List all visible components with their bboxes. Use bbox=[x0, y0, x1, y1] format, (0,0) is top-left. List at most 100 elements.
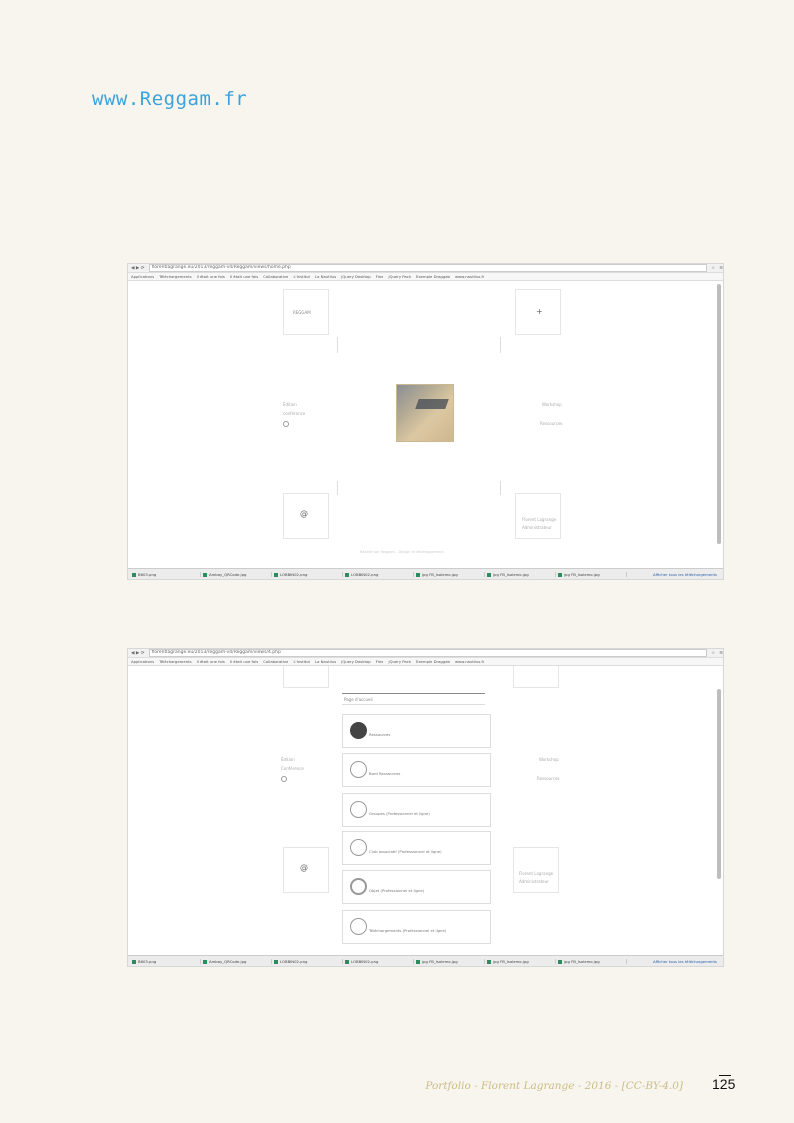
site-url[interactable]: www.Reggam.fr bbox=[92, 88, 247, 110]
add-box-partial[interactable] bbox=[513, 666, 559, 688]
panel-label: Objet (Professionnel et ligne) bbox=[369, 888, 425, 893]
logo-box-partial[interactable] bbox=[283, 666, 329, 688]
bookmark[interactable]: Téléchargements bbox=[159, 659, 191, 664]
download-item[interactable]: Ambay_QRCode.jpg bbox=[201, 571, 272, 577]
menu-panel[interactable]: Bord Ressources bbox=[342, 753, 491, 787]
page-title: Page d'accueil bbox=[344, 697, 373, 702]
bookmark[interactable]: La Nautilus bbox=[315, 274, 336, 279]
bookmark[interactable]: jQuery Pack bbox=[388, 274, 411, 279]
panel-label: Club associatif (Professionnel et ligne) bbox=[369, 849, 442, 854]
at-box[interactable]: @ bbox=[283, 847, 329, 893]
bookmark[interactable]: jQuery Pack bbox=[388, 659, 411, 664]
bookmark[interactable]: L'Institut bbox=[293, 659, 310, 664]
plus-icon: + bbox=[536, 307, 543, 316]
bookmark[interactable]: Applications bbox=[131, 659, 154, 664]
label-ressources[interactable]: Ressources bbox=[537, 776, 560, 781]
show-all-downloads-link[interactable]: Afficher tous les téléchargements bbox=[653, 959, 723, 964]
label-conference[interactable]: conférence bbox=[283, 411, 305, 416]
at-box[interactable]: @ bbox=[283, 493, 329, 539]
label-edition[interactable]: Édition bbox=[283, 402, 297, 407]
address-bar[interactable]: ◀ ▶ ⟳ florentlagrange.eu/2013/reggam-v4/… bbox=[128, 649, 723, 658]
bookmark[interactable]: Flex bbox=[376, 274, 384, 279]
bookmark[interactable]: www.nautilus.fr bbox=[455, 659, 484, 664]
bookmarks-bar: Applications Téléchargements Il était un… bbox=[128, 658, 723, 666]
show-all-downloads-link[interactable]: Afficher tous les téléchargements bbox=[653, 572, 723, 577]
contact-box[interactable]: Florent Lagrange Administrateur bbox=[515, 493, 561, 539]
star-icon[interactable]: ☆ bbox=[711, 651, 715, 656]
add-box[interactable]: + bbox=[515, 289, 561, 335]
nav-arrows-icon[interactable]: ◀ ▶ ⟳ bbox=[131, 651, 145, 656]
menu-icon[interactable]: ≡ bbox=[719, 651, 723, 656]
monitor-icon bbox=[350, 722, 367, 739]
bookmark[interactable]: Il était une fois bbox=[197, 274, 225, 279]
panel-label: Groupes (Professionnel et ligne) bbox=[369, 811, 430, 816]
download-item[interactable]: jpg FB_Isolemo.jpg bbox=[485, 571, 556, 577]
label-workshop[interactable]: Workshop bbox=[539, 757, 559, 762]
address-bar[interactable]: ◀ ▶ ⟳ florentlagrange.eu/2013/reggam-v4/… bbox=[128, 264, 723, 273]
group-icon bbox=[350, 801, 367, 818]
download-item[interactable]: jpg FB_Isolemo.jpg bbox=[414, 571, 485, 577]
contact-role: Administrateur bbox=[522, 525, 552, 530]
bookmark[interactable]: La Nautilus bbox=[315, 659, 336, 664]
menu-icon[interactable]: ≡ bbox=[719, 266, 723, 271]
download-item[interactable]: LOBBIN02.png bbox=[272, 571, 343, 577]
menu-panel[interactable]: Groupes (Professionnel et ligne) bbox=[342, 793, 491, 827]
download-item[interactable]: LOBBIN02.png bbox=[343, 958, 414, 964]
bookmark[interactable]: jQuery Desktop bbox=[341, 274, 370, 279]
label-workshop[interactable]: Workshop bbox=[542, 402, 562, 407]
book-icon bbox=[350, 761, 367, 778]
download-item[interactable]: LOBBIN02.png bbox=[272, 958, 343, 964]
panel-label: Ressources bbox=[369, 732, 391, 737]
menu-panel[interactable]: Ressources bbox=[342, 714, 491, 748]
bookmark[interactable]: L'Institut bbox=[293, 274, 310, 279]
logo-box[interactable]: REGGAM bbox=[283, 289, 329, 335]
center-photo bbox=[396, 384, 454, 442]
download-item[interactable]: B603.png bbox=[130, 571, 201, 577]
bookmark[interactable]: Collaborative bbox=[263, 659, 288, 664]
download-item[interactable]: jpg FB_Isolemo.jpg bbox=[485, 958, 556, 964]
bookmark[interactable]: Flex bbox=[376, 659, 384, 664]
label-ressources[interactable]: Ressources bbox=[540, 421, 563, 426]
menu-panel[interactable]: Objet (Professionnel et ligne) bbox=[342, 870, 491, 904]
contact-box[interactable]: Florent Lagrange Administrateur bbox=[513, 847, 559, 893]
contact-role: Administrateur bbox=[519, 879, 549, 884]
download-bar: B603.png Ambay_QRCode.jpg LOBBIN02.png L… bbox=[128, 568, 723, 579]
url-field[interactable]: florentlagrange.eu/2013/reggam-v4/Reggam… bbox=[148, 264, 708, 272]
star-icon[interactable]: ☆ bbox=[711, 266, 715, 271]
label-edition[interactable]: Édition bbox=[281, 757, 295, 762]
contact-name: Florent Lagrange bbox=[522, 517, 557, 522]
logo-text: REGGAM bbox=[293, 310, 311, 315]
download-item[interactable]: B603.png bbox=[130, 958, 201, 964]
browser-screenshot-menu: ◀ ▶ ⟳ florentlagrange.eu/2013/reggam-v4/… bbox=[127, 648, 724, 967]
download-bar: B603.png Ambay_QRCode.jpg LOBBIN02.png L… bbox=[128, 955, 723, 966]
bookmark[interactable]: Téléchargements bbox=[159, 274, 191, 279]
bookmark[interactable]: Exemple Draggable bbox=[416, 659, 450, 664]
menu-panel[interactable]: Club associatif (Professionnel et ligne) bbox=[342, 831, 491, 865]
label-conference[interactable]: Conférence bbox=[281, 766, 304, 771]
nav-arrows-icon[interactable]: ◀ ▶ ⟳ bbox=[131, 266, 145, 271]
bookmark[interactable]: www.nautilus.fr bbox=[455, 274, 484, 279]
footer-credit: Portfolio - Florent Lagrange - 2016 - [C… bbox=[425, 1080, 683, 1092]
download-item[interactable]: jpg FB_Isolemo.jpg bbox=[556, 571, 627, 577]
bookmark[interactable]: Exemple Draggable bbox=[416, 274, 450, 279]
download-item[interactable]: LOBBIN02.png bbox=[343, 571, 414, 577]
circle-icon[interactable] bbox=[281, 776, 287, 782]
download-item[interactable]: jpg FB_Isolemo.jpg bbox=[414, 958, 485, 964]
circle-icon[interactable] bbox=[283, 421, 289, 427]
bookmark[interactable]: Il était une fois bbox=[230, 274, 258, 279]
download-item[interactable]: Ambay_QRCode.jpg bbox=[201, 958, 272, 964]
bookmark[interactable]: Il était une fois bbox=[230, 659, 258, 664]
download-item[interactable]: jpg FB_Isolemo.jpg bbox=[556, 958, 627, 964]
scrollbar[interactable] bbox=[717, 689, 721, 879]
bookmark[interactable]: Collaborative bbox=[263, 274, 288, 279]
url-field[interactable]: florentlagrange.eu/2013/reggam-v4/Reggam… bbox=[148, 649, 708, 657]
bookmark[interactable]: Applications bbox=[131, 274, 154, 279]
object-icon bbox=[350, 878, 367, 895]
menu-panel[interactable]: Téléchargements (Professionnel et ligne) bbox=[342, 910, 491, 944]
scrollbar[interactable] bbox=[717, 284, 721, 544]
page-footer-note: Réalisé par Reggam - Design et développe… bbox=[360, 550, 444, 554]
bookmark[interactable]: Il était une fois bbox=[197, 659, 225, 664]
browser-screenshot-home: ◀ ▶ ⟳ florentlagrange.eu/2013/reggam-v4/… bbox=[127, 263, 724, 580]
bookmark[interactable]: jQuery Desktop bbox=[341, 659, 370, 664]
bookmarks-bar: Applications Téléchargements Il était un… bbox=[128, 273, 723, 281]
